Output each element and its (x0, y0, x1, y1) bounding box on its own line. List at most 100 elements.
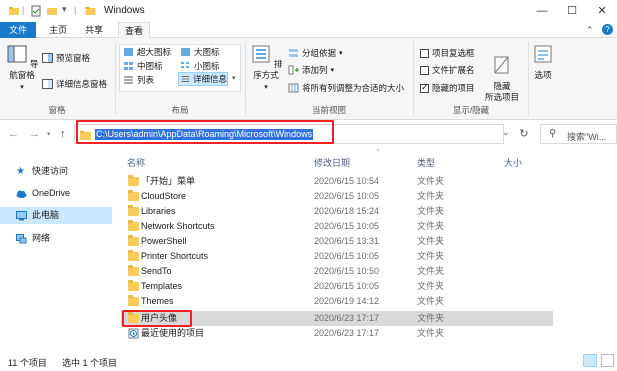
sidebar-item-network[interactable]: 网络 (0, 230, 112, 247)
column-header-size[interactable]: 大小 (504, 156, 522, 169)
folder-icon (128, 175, 139, 186)
folder-icon (128, 235, 139, 246)
options-icon (534, 45, 552, 63)
address-highlight-box (76, 120, 334, 144)
list-view-icon (124, 76, 133, 84)
close-button[interactable]: ✕ (587, 0, 617, 22)
selected-row-highlight-box (122, 310, 192, 327)
layout-details[interactable]: 详细信息 (178, 72, 228, 86)
sort-by-button[interactable]: 排序方式 ▾ (248, 44, 284, 93)
customize-qa-icon[interactable]: ▾ (62, 4, 67, 15)
layout-small-icons[interactable]: 小图标 (180, 60, 220, 72)
table-row[interactable]: Printer Shortcuts 2020/6/15 10:05 文件夹 (121, 249, 553, 264)
sidebar-item-onedrive[interactable]: OneDrive (0, 185, 112, 202)
sidebar-item-quick-access[interactable]: ★ 快速访问 (0, 163, 112, 180)
options-button[interactable]: 选项 (530, 44, 556, 81)
group-by-button[interactable]: 分组依据 ▾ (288, 47, 343, 59)
refresh-button[interactable]: ↻ (514, 124, 534, 144)
tab-file[interactable]: 文件 (0, 22, 36, 38)
ribbon-tabs: 文件 主页 共享 查看 ⌃ ? (0, 22, 617, 39)
table-row[interactable]: CloudStore 2020/6/15 10:05 文件夹 (121, 189, 553, 204)
column-header-date[interactable]: 修改日期 (314, 156, 350, 169)
folder-icon (128, 295, 139, 306)
group-by-icon (289, 49, 298, 57)
layout-extra-large-icons[interactable]: 超大图标 (123, 46, 171, 58)
column-header-type[interactable]: 类型 (417, 156, 435, 169)
recent-locations-icon[interactable]: ▾ (47, 130, 51, 138)
preview-pane-button[interactable]: 预览窗格 (42, 52, 90, 64)
cloud-icon (16, 190, 27, 198)
table-row[interactable]: 最近使用的项目 2020/6/23 17:17 文件夹 (121, 326, 553, 341)
folder-icon (128, 190, 139, 201)
layout-medium-icons[interactable]: 中图标 (123, 60, 163, 72)
folder-icon (128, 250, 139, 261)
table-row[interactable]: SendTo 2020/6/15 10:50 文件夹 (121, 264, 553, 279)
folder-icon (128, 280, 139, 291)
file-extensions-checkbox[interactable] (420, 65, 429, 75)
file-extensions-toggle[interactable]: 文件扩展名 (420, 64, 475, 76)
search-placeholder: 搜索"Wi... (567, 132, 607, 142)
sidebar-item-this-pc[interactable]: 此电脑 (0, 207, 112, 224)
layout-large-icons[interactable]: 大图标 (180, 46, 220, 58)
star-icon: ★ (16, 166, 25, 177)
sort-indicator-icon: ⌃ (375, 149, 381, 156)
forward-button[interactable]: → (29, 128, 40, 140)
item-checkboxes-toggle[interactable]: 项目复选框 (420, 47, 475, 59)
title-folder-icon (85, 7, 96, 15)
medium-icons-icon (124, 62, 133, 70)
details-pane-icon (42, 79, 53, 89)
status-bar: 11 个项目 选中 1 个项目 (0, 352, 617, 371)
large-icons-view-toggle-icon[interactable] (601, 354, 614, 367)
title-bar: | ▾ | Windows — ☐ ✕ (0, 0, 617, 22)
minimize-button[interactable]: — (527, 0, 557, 22)
folder-icon (128, 205, 139, 216)
pane-group-label: 窗格 (48, 105, 66, 115)
selected-count: 选中 1 个项目 (62, 358, 118, 368)
recent-items-icon (128, 328, 139, 339)
details-view-toggle-icon[interactable] (583, 354, 597, 367)
layout-group-label: 布局 (171, 105, 189, 115)
layout-expand-icon[interactable]: ▾ (232, 74, 236, 82)
table-row[interactable]: Templates 2020/6/15 10:05 文件夹 (121, 279, 553, 294)
maximize-button[interactable]: ☐ (557, 0, 587, 22)
details-pane-button[interactable]: 详细信息窗格 (42, 78, 107, 90)
folder-app-icon (9, 7, 19, 15)
folder-icon (128, 265, 139, 276)
add-columns-button[interactable]: 添加列 ▾ (288, 64, 334, 76)
details-view-icon (181, 76, 190, 82)
help-icon[interactable]: ? (602, 24, 613, 35)
sort-by-icon (252, 45, 270, 63)
size-all-columns-button[interactable]: 将所有列调整为合适的大小 (288, 82, 404, 94)
network-icon (16, 234, 27, 244)
collapse-ribbon-icon[interactable]: ⌃ (586, 25, 594, 36)
item-checkboxes-checkbox[interactable] (420, 48, 429, 58)
table-row[interactable]: PowerShell 2020/6/15 13:31 文件夹 (121, 234, 553, 249)
add-columns-icon (288, 65, 299, 75)
search-box[interactable]: ⚲ 搜索"Wi... (540, 124, 617, 144)
preview-pane-icon (42, 53, 53, 63)
up-button[interactable]: ↑ (60, 128, 66, 140)
column-header-name[interactable]: 名称 (127, 156, 145, 169)
new-folder-icon[interactable] (46, 5, 58, 17)
navigation-pane-button[interactable]: 导航窗格 ▾ (4, 44, 40, 93)
window-title: Windows (104, 5, 145, 16)
tab-view[interactable]: 查看 (118, 22, 150, 39)
layout-list[interactable]: 列表 (123, 74, 154, 86)
table-row[interactable]: Libraries 2020/6/18 15:24 文件夹 (121, 204, 553, 219)
hidden-items-toggle[interactable]: 隐藏的项目 (420, 82, 475, 94)
current-view-group-label: 当前视图 (311, 105, 346, 115)
size-columns-icon (288, 83, 299, 93)
table-row[interactable]: 「开始」菜单 2020/6/15 10:54 文件夹 (121, 174, 553, 189)
folder-icon (128, 220, 139, 231)
tab-home[interactable]: 主页 (44, 22, 72, 38)
file-list: 名称 修改日期 类型 大小 ⌃ 「开始」菜单 2020/6/15 10:54 文… (121, 148, 617, 348)
hidden-items-checkbox[interactable] (420, 82, 429, 93)
table-row[interactable]: Network Shortcuts 2020/6/15 10:05 文件夹 (121, 219, 553, 234)
hide-selected-button[interactable]: 隐藏 所选项目 (482, 44, 522, 103)
table-row[interactable]: Themes 2020/6/19 14:12 文件夹 (121, 294, 553, 309)
tab-share[interactable]: 共享 (80, 22, 108, 38)
back-button[interactable]: ← (8, 128, 19, 140)
large-icons-icon (181, 48, 190, 56)
properties-icon[interactable] (30, 5, 42, 17)
ribbon: 导航窗格 ▾ 预览窗格 详细信息窗格 窗格 超大图标 大图标 中图标 小图标 列表… (0, 38, 617, 120)
